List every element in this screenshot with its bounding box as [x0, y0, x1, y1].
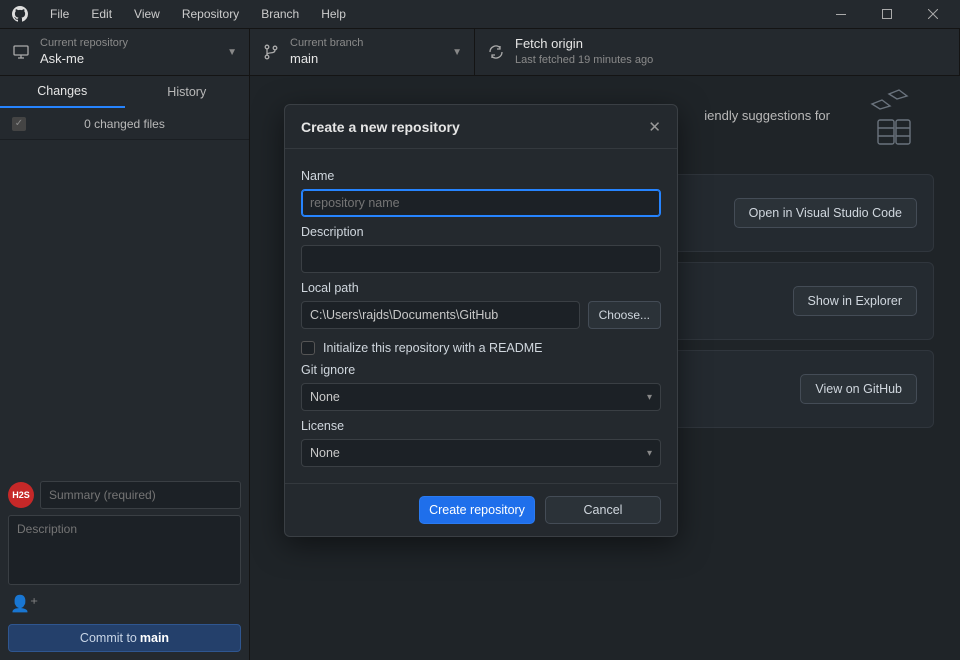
- commit-button[interactable]: Commit tomain: [8, 624, 241, 652]
- cancel-button[interactable]: Cancel: [545, 496, 661, 524]
- current-branch-value: main: [290, 51, 363, 68]
- create-repository-button[interactable]: Create repository: [419, 496, 535, 524]
- view-github-button[interactable]: View on GitHub: [800, 374, 917, 404]
- fetch-origin-label: Fetch origin: [515, 36, 653, 53]
- readme-label: Initialize this repository with a README: [323, 341, 543, 355]
- modal-close-button[interactable]: ✕: [648, 118, 661, 136]
- license-select[interactable]: None: [301, 439, 661, 467]
- menu-file[interactable]: File: [40, 3, 79, 25]
- repository-description-input[interactable]: [301, 245, 661, 273]
- show-explorer-button[interactable]: Show in Explorer: [793, 286, 918, 316]
- fetch-origin-status: Last fetched 19 minutes ago: [515, 53, 653, 67]
- sync-icon: [487, 43, 505, 61]
- select-all-checkbox[interactable]: ✓: [12, 117, 26, 131]
- localpath-label: Local path: [301, 281, 661, 295]
- branch-icon: [262, 43, 280, 61]
- tab-changes[interactable]: Changes: [0, 76, 125, 108]
- current-repository-label: Current repository: [40, 36, 128, 50]
- create-repository-modal: Create a new repository ✕ Name Descripti…: [284, 104, 678, 537]
- chevron-down-icon: ▼: [452, 47, 462, 58]
- description-label: Description: [301, 225, 661, 239]
- decorative-art-icon: [844, 86, 914, 156]
- commit-description-input[interactable]: [8, 515, 241, 585]
- avatar: H2S: [8, 482, 34, 508]
- titlebar: File Edit View Repository Branch Help: [0, 0, 960, 28]
- add-coauthor-icon[interactable]: 👤⁺: [8, 588, 241, 624]
- maximize-button[interactable]: [864, 0, 910, 28]
- localpath-input[interactable]: [301, 301, 580, 329]
- open-vscode-button[interactable]: Open in Visual Studio Code: [734, 198, 917, 228]
- gitignore-select[interactable]: None: [301, 383, 661, 411]
- commit-box: H2S 👤⁺ Commit tomain: [0, 473, 249, 660]
- repository-name-input[interactable]: [301, 189, 661, 217]
- readme-checkbox[interactable]: [301, 341, 315, 355]
- window-controls: [818, 0, 956, 28]
- left-panel: Changes History ✓ 0 changed files H2S 👤⁺…: [0, 76, 250, 660]
- license-label: License: [301, 419, 661, 433]
- current-repository-dropdown[interactable]: Current repository Ask-me ▼: [0, 29, 250, 75]
- menu-help[interactable]: Help: [311, 3, 356, 25]
- name-label: Name: [301, 169, 661, 183]
- menu-repository[interactable]: Repository: [172, 3, 249, 25]
- monitor-icon: [12, 43, 30, 61]
- github-logo-icon: [10, 4, 30, 24]
- current-repository-value: Ask-me: [40, 51, 128, 68]
- menubar: File Edit View Repository Branch Help: [40, 3, 356, 25]
- chevron-down-icon: ▼: [227, 47, 237, 58]
- menu-branch[interactable]: Branch: [251, 3, 309, 25]
- menu-edit[interactable]: Edit: [81, 3, 122, 25]
- close-button[interactable]: [910, 0, 956, 28]
- commit-summary-input[interactable]: [40, 481, 241, 509]
- choose-path-button[interactable]: Choose...: [588, 301, 661, 329]
- fetch-origin-button[interactable]: Fetch origin Last fetched 19 minutes ago: [475, 29, 960, 75]
- modal-title: Create a new repository: [301, 119, 460, 135]
- changed-files-row: ✓ 0 changed files: [0, 108, 249, 140]
- menu-view[interactable]: View: [124, 3, 170, 25]
- toolbar: Current repository Ask-me ▼ Current bran…: [0, 28, 960, 76]
- current-branch-dropdown[interactable]: Current branch main ▼: [250, 29, 475, 75]
- current-branch-label: Current branch: [290, 36, 363, 50]
- minimize-button[interactable]: [818, 0, 864, 28]
- changed-files-count: 0 changed files: [38, 117, 249, 131]
- gitignore-label: Git ignore: [301, 363, 661, 377]
- tab-history[interactable]: History: [125, 76, 250, 108]
